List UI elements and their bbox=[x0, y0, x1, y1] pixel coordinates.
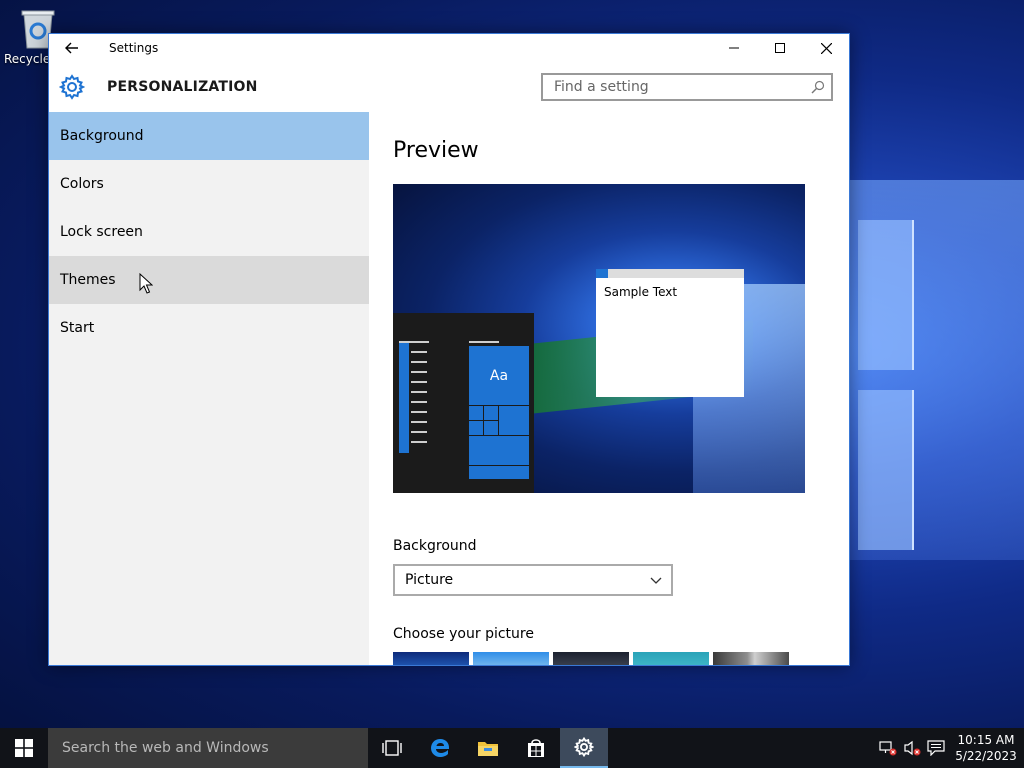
maximize-button[interactable] bbox=[757, 34, 803, 62]
preview-tile-wide bbox=[468, 435, 530, 467]
desktop-wallpaper-light bbox=[848, 180, 1024, 560]
preview-tile: Aa bbox=[469, 346, 529, 406]
find-setting-search bbox=[541, 73, 833, 101]
taskbar: 10:15 AM 5/22/2023 bbox=[0, 728, 1024, 768]
sidebar-item-lock-screen[interactable]: Lock screen bbox=[49, 208, 369, 256]
gear-icon bbox=[59, 74, 85, 100]
file-explorer-icon bbox=[478, 742, 498, 756]
background-preview: Aa Sample Text bbox=[393, 184, 805, 493]
clock[interactable]: 10:15 AM 5/22/2023 bbox=[948, 732, 1024, 764]
picture-thumbnail[interactable] bbox=[473, 652, 549, 665]
picture-thumbnail[interactable] bbox=[713, 652, 789, 665]
preview-line bbox=[411, 421, 427, 423]
preview-line bbox=[411, 361, 427, 363]
preview-line bbox=[399, 341, 429, 343]
system-tray: 10:15 AM 5/22/2023 bbox=[876, 728, 1024, 768]
action-center-button[interactable] bbox=[924, 728, 948, 768]
maximize-icon bbox=[775, 43, 785, 53]
taskbar-search-input[interactable] bbox=[60, 739, 364, 757]
main-content: Preview Aa Sample Text Background Pictur… bbox=[393, 112, 849, 665]
back-arrow-icon bbox=[65, 42, 78, 54]
network-disconnected-icon bbox=[879, 741, 897, 756]
background-dropdown-value: Picture bbox=[405, 572, 454, 588]
windows-start-icon bbox=[15, 739, 33, 757]
back-button[interactable] bbox=[49, 34, 95, 62]
preview-window-titlebar bbox=[596, 269, 744, 278]
network-status[interactable] bbox=[876, 728, 900, 768]
choose-picture-label: Choose your picture bbox=[393, 626, 534, 642]
file-explorer-button[interactable] bbox=[464, 728, 512, 768]
preview-line bbox=[411, 401, 427, 403]
taskbar-search bbox=[48, 728, 368, 768]
sidebar-item-colors[interactable]: Colors bbox=[49, 160, 369, 208]
window-title: Settings bbox=[109, 41, 159, 55]
preview-line bbox=[411, 411, 427, 413]
preview-tile-small bbox=[468, 420, 485, 437]
preview-heading: Preview bbox=[393, 138, 479, 163]
clock-date: 5/22/2023 bbox=[955, 749, 1017, 763]
preview-app-list bbox=[399, 341, 409, 453]
task-view-button[interactable] bbox=[368, 728, 416, 768]
preview-tile-small bbox=[483, 420, 500, 437]
settings-header: PERSONALIZATION bbox=[49, 62, 849, 112]
page-title: PERSONALIZATION bbox=[107, 79, 258, 95]
chevron-down-icon bbox=[650, 577, 662, 584]
title-bar: Settings bbox=[49, 34, 849, 62]
window-controls bbox=[711, 34, 849, 62]
preview-line bbox=[411, 431, 427, 433]
settings-window: Settings PERSONALIZATION Find a setting … bbox=[48, 33, 850, 666]
preview-line bbox=[469, 341, 499, 343]
store-button[interactable] bbox=[512, 728, 560, 768]
sidebar-item-background[interactable]: Background bbox=[49, 112, 369, 160]
volume-muted-icon bbox=[904, 740, 921, 756]
settings-icon bbox=[574, 737, 594, 757]
sidebar: Background Colors Lock screen Themes Sta… bbox=[49, 112, 369, 665]
preview-start-menu: Aa bbox=[393, 313, 534, 493]
picture-thumbnail[interactable] bbox=[553, 652, 629, 665]
sidebar-item-themes[interactable]: Themes bbox=[49, 256, 369, 304]
background-label: Background bbox=[393, 538, 477, 554]
preview-line bbox=[411, 351, 427, 353]
picture-thumbnail[interactable] bbox=[633, 652, 709, 665]
background-dropdown[interactable]: Picture bbox=[393, 564, 673, 596]
preview-tile-wide bbox=[468, 465, 530, 480]
clock-time: 10:15 AM bbox=[957, 733, 1015, 747]
wallpaper-pane bbox=[858, 390, 914, 550]
notifications-icon bbox=[927, 740, 945, 756]
start-button[interactable] bbox=[0, 728, 48, 768]
preview-tile-medium bbox=[498, 405, 530, 437]
picture-thumbnails bbox=[393, 652, 789, 665]
preview-line bbox=[411, 381, 427, 383]
preview-line bbox=[411, 371, 427, 373]
preview-tile-small bbox=[468, 405, 485, 422]
store-icon bbox=[528, 739, 544, 757]
volume-status[interactable] bbox=[900, 728, 924, 768]
task-view-icon bbox=[382, 740, 402, 756]
settings-taskbar-button[interactable] bbox=[560, 728, 608, 768]
edge-button[interactable] bbox=[416, 728, 464, 768]
minimize-icon bbox=[729, 47, 739, 49]
preview-tile-small bbox=[483, 405, 500, 422]
picture-thumbnail[interactable] bbox=[393, 652, 469, 665]
preview-sample-text: Sample Text bbox=[604, 285, 678, 299]
close-icon bbox=[820, 42, 832, 54]
preview-line bbox=[411, 441, 427, 443]
preview-line bbox=[411, 391, 427, 393]
edge-icon bbox=[431, 739, 450, 757]
sidebar-item-start[interactable]: Start bbox=[49, 304, 369, 352]
mouse-cursor-icon bbox=[139, 273, 153, 294]
preview-sample-window: Sample Text bbox=[596, 269, 744, 397]
search-icon[interactable] bbox=[811, 80, 825, 94]
minimize-button[interactable] bbox=[711, 34, 757, 62]
wallpaper-pane bbox=[858, 220, 914, 370]
search-input[interactable] bbox=[552, 78, 806, 96]
close-button[interactable] bbox=[803, 34, 849, 62]
